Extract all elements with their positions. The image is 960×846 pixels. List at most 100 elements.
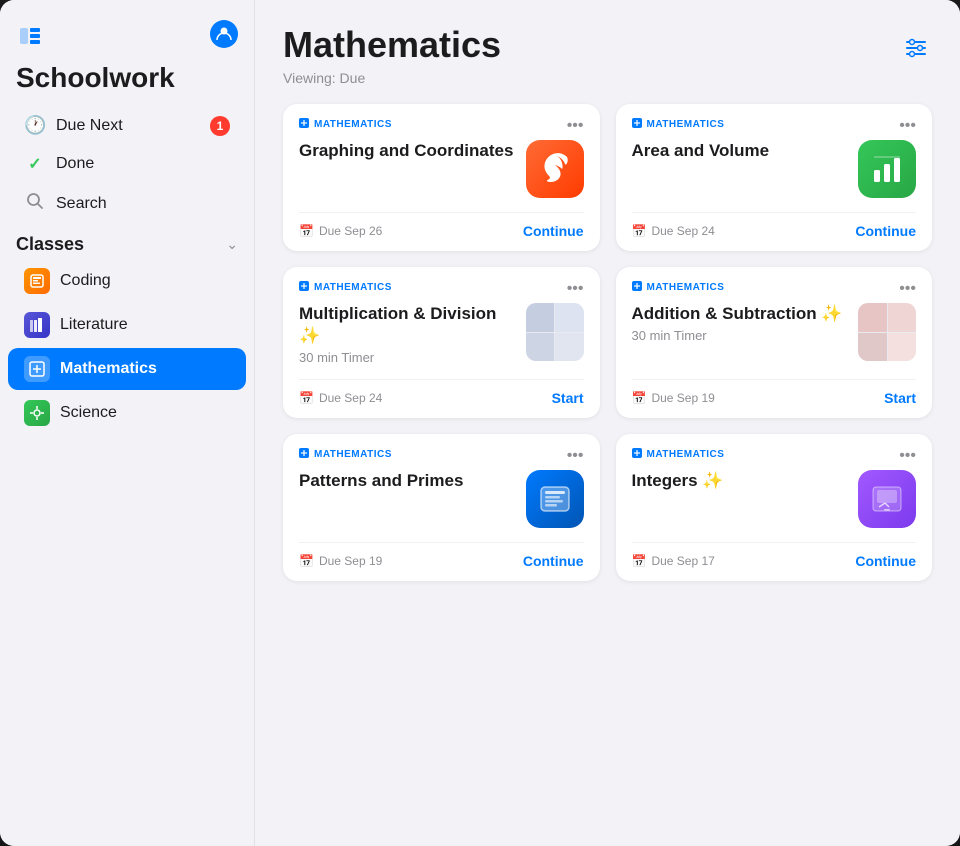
profile-button[interactable] <box>210 20 238 48</box>
sidebar-item-science[interactable]: Science <box>8 392 246 434</box>
nav-search[interactable]: Search <box>8 184 246 223</box>
nav-search-label: Search <box>56 195 107 213</box>
nav-done-label: Done <box>56 155 94 173</box>
card-patterns-due: 📅 Due Sep 19 <box>299 554 382 568</box>
card-addition-due: 📅 Due Sep 19 <box>632 391 715 405</box>
card-integers-more-button[interactable]: ••• <box>899 448 916 464</box>
card-integers[interactable]: MATHEMATICS ••• Integers ✨ <box>616 434 933 581</box>
sidebar-toggle-button[interactable] <box>16 22 44 50</box>
checkmark-icon: ✓ <box>24 154 46 174</box>
card-addition-subject: MATHEMATICS <box>647 282 725 293</box>
card-graphing-body: Graphing and Coordinates <box>299 140 584 198</box>
card-addition-subject-row: MATHEMATICS <box>632 281 725 294</box>
science-class-label: Science <box>60 404 117 422</box>
due-next-badge: 1 <box>210 116 230 136</box>
card-patterns-body: Patterns and Primes <box>299 470 584 528</box>
card-patterns-title: Patterns and Primes <box>299 470 516 492</box>
card-multiplication-subject: MATHEMATICS <box>314 282 392 293</box>
card-area-volume-footer: 📅 Due Sep 24 Continue <box>632 212 917 239</box>
sidebar-item-literature[interactable]: Literature <box>8 304 246 346</box>
mathematics-subject-icon <box>299 118 309 131</box>
card-graphing-top: MATHEMATICS ••• <box>299 118 584 134</box>
card-patterns-action-button[interactable]: Continue <box>523 553 584 569</box>
card-area-volume-subject-row: MATHEMATICS <box>632 118 725 131</box>
card-multiplication-more-button[interactable]: ••• <box>567 281 584 297</box>
card-integers-title: Integers ✨ <box>632 470 849 492</box>
mathematics-class-label: Mathematics <box>60 360 157 378</box>
card-multiplication-text: Multiplication & Division ✨ 30 min Timer <box>299 303 516 365</box>
sidebar-header <box>0 20 254 50</box>
card-area-volume[interactable]: MATHEMATICS ••• Area and Volume <box>616 104 933 251</box>
card-integers-action-button[interactable]: Continue <box>855 553 916 569</box>
search-icon <box>24 192 46 215</box>
classes-section-header: Classes ⌄ <box>16 234 238 255</box>
card-multiplication-due-text: Due Sep 24 <box>319 391 382 405</box>
calendar-icon-2: 📅 <box>632 224 647 238</box>
card-patterns-subject-row: MATHEMATICS <box>299 448 392 461</box>
card-area-volume-app-icon <box>858 140 916 198</box>
app-title: Schoolwork <box>0 54 254 106</box>
card-patterns[interactable]: MATHEMATICS ••• Patterns and Primes <box>283 434 600 581</box>
card-area-volume-more-button[interactable]: ••• <box>899 118 916 134</box>
card-integers-subject-row: MATHEMATICS <box>632 448 725 461</box>
calendar-icon-3: 📅 <box>299 391 314 405</box>
card-integers-subject: MATHEMATICS <box>647 449 725 460</box>
sidebar-item-coding[interactable]: Coding <box>8 260 246 302</box>
card-multiplication-top: MATHEMATICS ••• <box>299 281 584 297</box>
card-area-volume-text: Area and Volume <box>632 140 849 165</box>
literature-class-icon <box>24 312 50 338</box>
card-area-volume-action-button[interactable]: Continue <box>855 223 916 239</box>
coding-class-label: Coding <box>60 272 111 290</box>
card-area-volume-due: 📅 Due Sep 24 <box>632 224 715 238</box>
card-patterns-due-text: Due Sep 19 <box>319 554 382 568</box>
card-addition-thumbnail <box>858 303 916 361</box>
card-graphing-subject: MATHEMATICS <box>314 119 392 130</box>
card-multiplication-due: 📅 Due Sep 24 <box>299 391 382 405</box>
card-addition-text: Addition & Subtraction ✨ 30 min Timer <box>632 303 849 343</box>
card-addition-due-text: Due Sep 19 <box>651 391 714 405</box>
card-graphing-title: Graphing and Coordinates <box>299 140 516 162</box>
card-graphing-text: Graphing and Coordinates <box>299 140 516 165</box>
calendar-icon-4: 📅 <box>632 391 647 405</box>
card-addition-top: MATHEMATICS ••• <box>632 281 917 297</box>
mathematics-subject-icon-4 <box>632 281 642 294</box>
card-graphing[interactable]: MATHEMATICS ••• Graphing and Coordinates <box>283 104 600 251</box>
literature-class-label: Literature <box>60 316 128 334</box>
card-addition-footer: 📅 Due Sep 19 Start <box>632 379 917 406</box>
card-graphing-app-icon <box>526 140 584 198</box>
coding-class-icon <box>24 268 50 294</box>
card-area-volume-due-text: Due Sep 24 <box>651 224 714 238</box>
card-addition-action-button[interactable]: Start <box>884 390 916 406</box>
app-window: Schoolwork 🕐 Due Next 1 ✓ Done Search Cl… <box>0 0 960 846</box>
filter-button[interactable] <box>900 32 932 64</box>
card-area-volume-subject: MATHEMATICS <box>647 119 725 130</box>
card-area-volume-title: Area and Volume <box>632 140 849 162</box>
card-multiplication-subtitle: 30 min Timer <box>299 350 516 365</box>
card-patterns-more-button[interactable]: ••• <box>567 448 584 464</box>
mathematics-subject-icon-2 <box>632 118 642 131</box>
card-addition-more-button[interactable]: ••• <box>899 281 916 297</box>
card-graphing-due-text: Due Sep 26 <box>319 224 382 238</box>
card-multiplication-footer: 📅 Due Sep 24 Start <box>299 379 584 406</box>
card-addition[interactable]: MATHEMATICS ••• Addition & Subtraction ✨… <box>616 267 933 418</box>
card-integers-top: MATHEMATICS ••• <box>632 448 917 464</box>
card-integers-due-text: Due Sep 17 <box>651 554 714 568</box>
nav-done[interactable]: ✓ Done <box>8 146 246 182</box>
card-graphing-more-button[interactable]: ••• <box>567 118 584 134</box>
card-multiplication-subject-row: MATHEMATICS <box>299 281 392 294</box>
card-area-volume-body: Area and Volume <box>632 140 917 198</box>
card-multiplication-action-button[interactable]: Start <box>552 390 584 406</box>
nav-due-next[interactable]: 🕐 Due Next 1 <box>8 107 246 144</box>
mathematics-subject-icon-3 <box>299 281 309 294</box>
card-graphing-action-button[interactable]: Continue <box>523 223 584 239</box>
sidebar-item-mathematics[interactable]: Mathematics <box>8 348 246 390</box>
card-area-volume-top: MATHEMATICS ••• <box>632 118 917 134</box>
card-integers-body: Integers ✨ <box>632 470 917 528</box>
card-graphing-footer: 📅 Due Sep 26 Continue <box>299 212 584 239</box>
card-multiplication[interactable]: MATHEMATICS ••• Multiplication & Divisio… <box>283 267 600 418</box>
calendar-icon-6: 📅 <box>632 554 647 568</box>
classes-chevron-icon[interactable]: ⌄ <box>226 236 238 253</box>
card-multiplication-thumbnail <box>526 303 584 361</box>
card-integers-due: 📅 Due Sep 17 <box>632 554 715 568</box>
card-patterns-subject: MATHEMATICS <box>314 449 392 460</box>
